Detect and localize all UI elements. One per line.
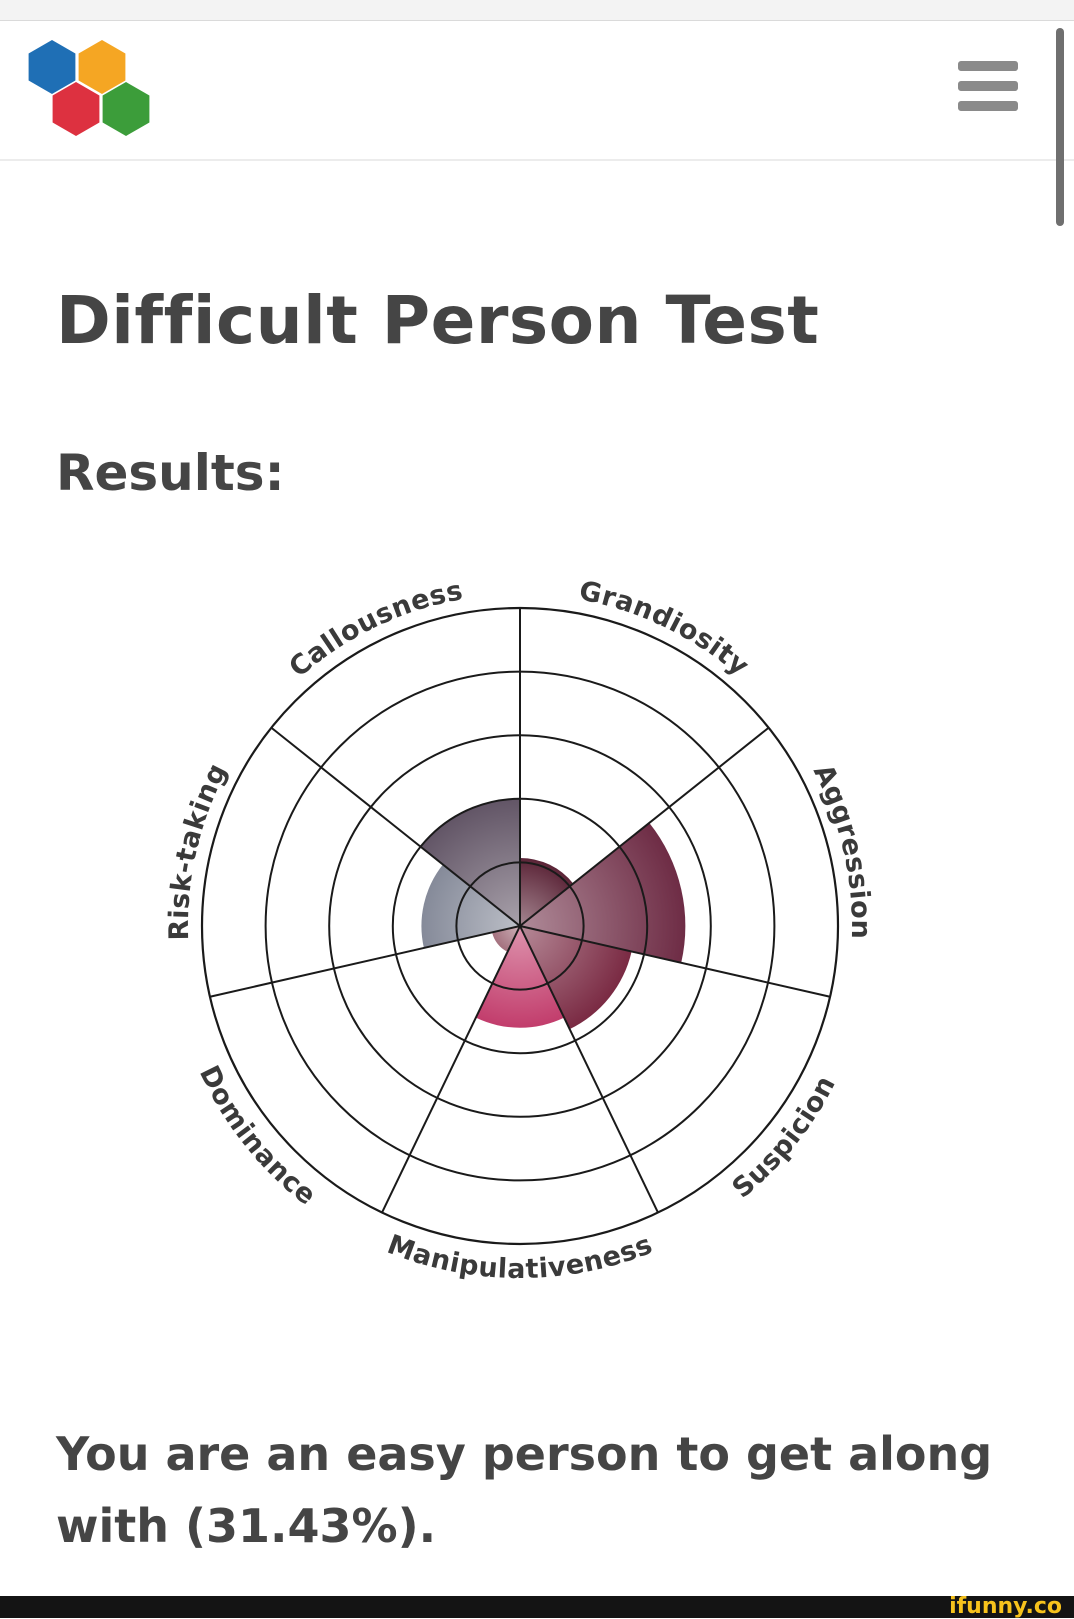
axis-label-dominance: Dominance [193,1061,322,1212]
axis-label-risk-taking: Risk-taking [164,758,234,940]
result-summary: You are an easy person to get along with… [56,1427,993,1553]
hexagon-logo-icon[interactable] [26,39,158,161]
axis-label-aggression: Aggression [807,759,876,939]
red-hexagon [52,82,100,136]
scrollbar-thumb[interactable] [1056,28,1064,226]
hamburger-menu-icon[interactable] [952,57,1024,121]
page-title: Difficult Person Test [56,282,820,359]
green-hexagon [102,82,150,136]
sector-divider [209,925,521,998]
personality-polar-chart: Grandiosity Aggression Suspicion Manipulati… [164,575,876,1285]
footer-bar: ifunny.co [0,1596,1074,1618]
axis-label-callousness: Callousness [283,575,465,683]
browser-top-strip [0,0,1074,21]
results-heading: Results: [56,444,285,502]
axis-label-suspicion: Suspicion [727,1071,842,1205]
site-header [0,21,1074,161]
orange-hexagon [78,40,126,94]
axis-label-grandiosity: Grandiosity [576,575,754,682]
blue-hexagon [28,40,76,94]
sector-divider [381,925,521,1213]
axis-label-manipulativeness: Manipulativeness [383,1229,657,1285]
ifunny-watermark: ifunny.co [949,1594,1062,1619]
